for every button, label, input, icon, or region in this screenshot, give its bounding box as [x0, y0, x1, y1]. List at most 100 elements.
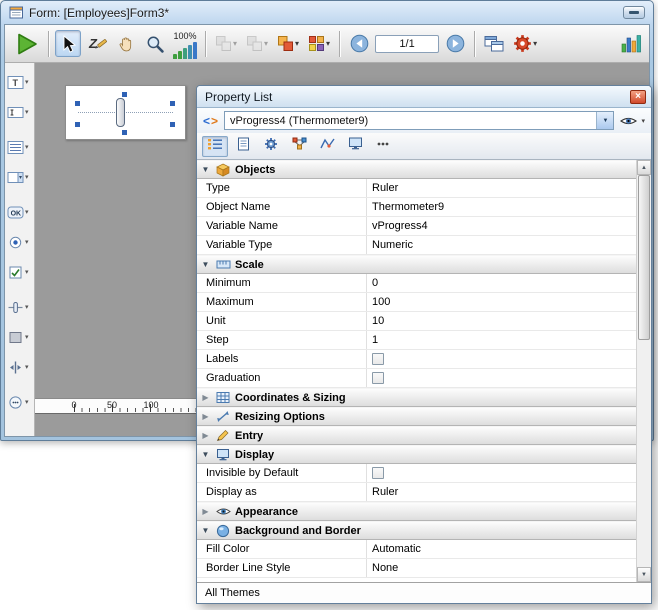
- zoom-tool-button[interactable]: [142, 30, 168, 57]
- close-icon[interactable]: ×: [630, 90, 646, 104]
- dropdown-arrow-icon[interactable]: ▾: [25, 364, 29, 371]
- zoom-level-control[interactable]: 100%: [171, 29, 199, 59]
- property-list-titlebar[interactable]: Property List ×: [197, 86, 651, 108]
- next-page-button[interactable]: [442, 30, 468, 57]
- duplicate-button[interactable]: ▾: [305, 30, 333, 57]
- dropdown-arrow-icon[interactable]: ▾: [25, 79, 29, 86]
- minimize-button[interactable]: [623, 6, 645, 19]
- entry-order-button[interactable]: Z: [84, 30, 110, 57]
- selection-handle[interactable]: [122, 92, 127, 97]
- move-tool-button[interactable]: [113, 30, 139, 57]
- property-value[interactable]: 100: [367, 293, 636, 311]
- property-value[interactable]: [367, 464, 636, 482]
- indicator-tool[interactable]: ▾: [5, 294, 34, 320]
- tab-more[interactable]: [370, 136, 396, 157]
- section-entry[interactable]: ▶Entry: [197, 426, 636, 445]
- section-appearance[interactable]: ▶Appearance: [197, 502, 636, 521]
- combo-box-tool[interactable]: ▾: [5, 164, 34, 190]
- display-mode-button[interactable]: [481, 30, 507, 57]
- button-tool[interactable]: OK▾: [5, 199, 34, 225]
- tab-events[interactable]: [314, 136, 340, 157]
- expand-triangle-icon[interactable]: ▶: [200, 413, 211, 421]
- tab-theme-list[interactable]: [202, 136, 228, 157]
- expand-triangle-icon[interactable]: ▶: [200, 508, 211, 516]
- form-page[interactable]: [65, 85, 186, 140]
- dropdown-arrow-icon[interactable]: ▾: [25, 174, 29, 181]
- object-library-button[interactable]: [618, 30, 644, 57]
- section-display[interactable]: ▼Display: [197, 445, 636, 464]
- checkbox[interactable]: [372, 372, 384, 384]
- section-resizing-options[interactable]: ▶Resizing Options: [197, 407, 636, 426]
- checkbox[interactable]: [372, 467, 384, 479]
- dropdown-arrow-icon[interactable]: ▾: [25, 239, 29, 246]
- eye-dropdown-arrow-icon[interactable]: ▾: [641, 117, 645, 125]
- checkbox[interactable]: [372, 353, 384, 365]
- property-value[interactable]: [367, 350, 636, 368]
- property-value[interactable]: 0: [367, 274, 636, 292]
- chevron-down-icon[interactable]: ▼: [596, 112, 613, 129]
- section-coordinates-sizing[interactable]: ▶Coordinates & Sizing: [197, 388, 636, 407]
- rectangle-tool[interactable]: ▾: [5, 324, 34, 350]
- expand-triangle-icon[interactable]: ▶: [200, 394, 211, 402]
- scroll-up-icon[interactable]: ▲: [637, 160, 651, 175]
- selection-handle[interactable]: [75, 101, 80, 106]
- object-selector-combobox[interactable]: vProgress4 (Thermometer9) ▼: [224, 111, 614, 130]
- tab-settings[interactable]: [258, 136, 284, 157]
- scrollbar-track[interactable]: [637, 175, 651, 567]
- dropdown-arrow-icon[interactable]: ▾: [25, 399, 29, 406]
- ruler-object-thumb[interactable]: [116, 98, 125, 127]
- select-tool-button[interactable]: [55, 30, 81, 57]
- text-tool[interactable]: T▾: [5, 69, 34, 95]
- scrollbar-thumb[interactable]: [638, 175, 650, 340]
- collapse-triangle-icon[interactable]: ▼: [200, 166, 211, 174]
- property-value[interactable]: vProgress4: [367, 217, 636, 235]
- expand-triangle-icon[interactable]: ▶: [200, 432, 211, 440]
- dropdown-arrow-icon[interactable]: ▾: [25, 334, 29, 341]
- selection-handle[interactable]: [75, 122, 80, 127]
- property-value[interactable]: Ruler: [367, 179, 636, 197]
- property-value[interactable]: Automatic: [367, 540, 636, 558]
- property-value[interactable]: None: [367, 559, 636, 577]
- property-value[interactable]: Numeric: [367, 236, 636, 254]
- scroll-down-icon[interactable]: ▼: [637, 567, 651, 582]
- tab-page-icon: [237, 137, 250, 156]
- list-box-tool[interactable]: ▾: [5, 134, 34, 160]
- section-scale[interactable]: ▼Scale: [197, 255, 636, 274]
- zoom-bars-icon[interactable]: [173, 42, 197, 59]
- previous-page-button[interactable]: [346, 30, 372, 57]
- tab-display[interactable]: [342, 136, 368, 157]
- property-value[interactable]: [367, 369, 636, 387]
- dropdown-arrow-icon[interactable]: ▾: [25, 109, 29, 116]
- plugin-area-tool[interactable]: ▾: [5, 389, 34, 415]
- property-value[interactable]: Thermometer9: [367, 198, 636, 216]
- collapse-triangle-icon[interactable]: ▼: [200, 261, 211, 269]
- selection-handle[interactable]: [122, 130, 127, 135]
- section-background-and-border[interactable]: ▼Background and Border: [197, 521, 636, 540]
- selection-handle[interactable]: [170, 122, 175, 127]
- dropdown-arrow-icon[interactable]: ▾: [25, 304, 29, 311]
- eye-icon[interactable]: [620, 115, 637, 127]
- section-objects[interactable]: ▼Objects: [197, 160, 636, 179]
- radio-button-tool[interactable]: ▾: [5, 229, 34, 255]
- tab-property-page[interactable]: [230, 136, 256, 157]
- form-properties-button[interactable]: ▾: [510, 30, 540, 57]
- input-tool[interactable]: ▾: [5, 99, 34, 125]
- collapse-triangle-icon[interactable]: ▼: [200, 451, 211, 459]
- tab-objects[interactable]: [286, 136, 312, 157]
- property-value[interactable]: 10: [367, 312, 636, 330]
- property-value[interactable]: Ruler: [367, 483, 636, 501]
- themes-filter[interactable]: All Themes: [197, 582, 651, 603]
- window-titlebar[interactable]: Form: [Employees]Form3*: [4, 1, 650, 24]
- dropdown-arrow-icon[interactable]: ▾: [25, 144, 29, 151]
- selection-handle[interactable]: [170, 101, 175, 106]
- execute-form-button[interactable]: [10, 30, 42, 57]
- property-value[interactable]: 1: [367, 331, 636, 349]
- page-indicator[interactable]: 1/1: [375, 35, 439, 53]
- splitter-tool[interactable]: ▾: [5, 354, 34, 380]
- checkbox-tool[interactable]: ▾: [5, 259, 34, 285]
- level-button[interactable]: ▾: [274, 30, 302, 57]
- dropdown-arrow-icon[interactable]: ▾: [25, 269, 29, 276]
- collapse-triangle-icon[interactable]: ▼: [200, 527, 211, 535]
- dropdown-arrow-icon[interactable]: ▾: [25, 209, 29, 216]
- scrollbar[interactable]: ▲ ▼: [636, 160, 651, 582]
